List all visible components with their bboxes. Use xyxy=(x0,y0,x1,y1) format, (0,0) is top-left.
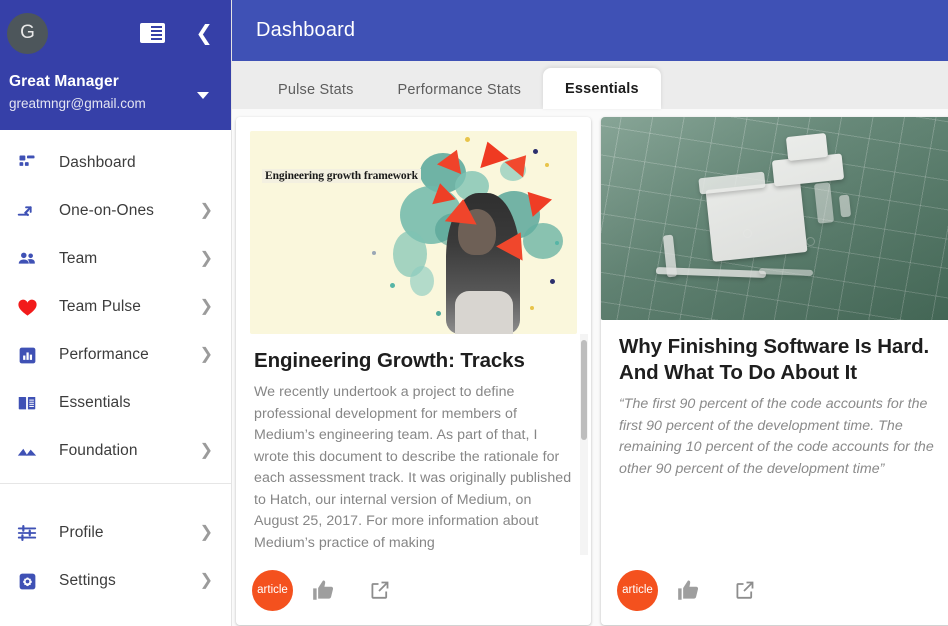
card-scrollbar[interactable] xyxy=(580,334,588,555)
people-icon xyxy=(10,248,44,270)
tab-label: Essentials xyxy=(565,80,639,97)
green-jigsaw-puzzle-missing-pieces xyxy=(601,117,948,320)
status-badge[interactable]: article xyxy=(617,569,658,611)
sidebar-item-label: Foundation xyxy=(59,442,138,459)
book-icon xyxy=(10,392,44,414)
account-switcher[interactable]: Great Manager greatmngr@gmail.com xyxy=(0,66,231,114)
avatar[interactable]: G xyxy=(7,12,48,54)
tab-bar: Pulse Stats Performance Stats Essentials xyxy=(232,61,948,109)
status-badge[interactable]: article xyxy=(252,569,293,611)
user-name: Great Manager xyxy=(9,73,119,90)
chevron-right-icon: ❯ xyxy=(199,298,213,315)
card-image-finishing-software xyxy=(601,117,948,320)
top-app-bar: Dashboard xyxy=(232,0,948,61)
card-actions: article xyxy=(236,555,591,625)
card-description: We recently undertook a project to defin… xyxy=(254,384,572,551)
tab-label: Performance Stats xyxy=(397,82,522,98)
user-email: greatmngr@gmail.com xyxy=(9,96,146,111)
chevron-right-icon: ❯ xyxy=(199,524,213,541)
sidebar-item-essentials[interactable]: Essentials xyxy=(0,379,231,427)
sidebar-item-label: One-on-Ones xyxy=(59,202,155,219)
sidebar-item-one-on-ones[interactable]: One-on-Ones ❯ xyxy=(0,187,231,235)
tab-pulse-stats[interactable]: Pulse Stats xyxy=(256,71,376,109)
sidebar-item-performance[interactable]: Performance ❯ xyxy=(0,331,231,379)
sidebar-item-label: Dashboard xyxy=(59,154,136,171)
tab-label: Pulse Stats xyxy=(278,82,354,98)
open-in-new-icon[interactable] xyxy=(728,573,762,607)
card-body: Engineering Growth: Tracks We recently u… xyxy=(236,334,591,555)
sidebar-item-settings[interactable]: Settings ❯ xyxy=(0,557,231,605)
chevron-right-icon: ❯ xyxy=(199,572,213,589)
essential-card[interactable]: Why Finishing Software Is Hard. And What… xyxy=(601,117,948,625)
sidebar-item-label: Performance xyxy=(59,346,149,363)
sidebar-item-label: Profile xyxy=(59,524,104,541)
sidebar-header: G ❮ Great Manager greatmngr@gmail.com xyxy=(0,0,231,130)
tab-essentials[interactable]: Essentials xyxy=(543,68,661,109)
avatar-initial: G xyxy=(20,22,35,43)
chevron-right-icon: ❯ xyxy=(199,250,213,267)
account-text: Great Manager greatmngr@gmail.com xyxy=(9,72,197,114)
badge-label: article xyxy=(622,584,653,596)
card-title: Why Finishing Software Is Hard. And What… xyxy=(619,335,930,384)
sidebar-item-dashboard[interactable]: Dashboard xyxy=(0,139,231,187)
open-in-new-icon[interactable] xyxy=(363,573,397,607)
mountains-icon xyxy=(10,440,44,462)
dashboard-icon xyxy=(10,153,44,173)
sidebar-top-row: G ❮ xyxy=(0,0,231,66)
card-image-caption: Engineering growth framework xyxy=(262,169,421,183)
sidebar-item-label: Settings xyxy=(59,572,116,589)
merge-type-icon xyxy=(10,200,44,222)
scrollbar-thumb[interactable] xyxy=(581,340,587,440)
chevron-right-icon: ❯ xyxy=(199,346,213,363)
chevron-right-icon: ❯ xyxy=(199,202,213,219)
page-title: Dashboard xyxy=(256,19,356,41)
reader-lines xyxy=(151,26,163,40)
tune-icon xyxy=(10,522,44,544)
heart-icon xyxy=(10,296,44,319)
sidebar-nav: Dashboard One-on-Ones ❯ Team ❯ Team Puls… xyxy=(0,130,231,475)
settings-icon xyxy=(10,571,44,592)
engineering-growth-framework-collage: Engineering growth framework xyxy=(250,131,577,334)
card-description: “The first 90 percent of the code accoun… xyxy=(619,396,934,477)
sidebar-item-label: Team xyxy=(59,250,98,267)
card-image-engineering-growth: Engineering growth framework xyxy=(250,131,577,334)
thumb-up-icon[interactable] xyxy=(672,573,706,607)
main-area: Dashboard Pulse Stats Performance Stats … xyxy=(232,0,948,626)
caret-down-icon[interactable] xyxy=(197,92,209,99)
sidebar-item-profile[interactable]: Profile ❯ xyxy=(0,509,231,557)
essentials-card-list: Engineering growth framework Engineering… xyxy=(232,109,948,626)
sidebar-item-team-pulse[interactable]: Team Pulse ❯ xyxy=(0,283,231,331)
essential-card[interactable]: Engineering growth framework Engineering… xyxy=(236,117,591,625)
sidebar-item-label: Essentials xyxy=(59,394,131,411)
app-root: G ❮ Great Manager greatmngr@gmail.com Da… xyxy=(0,0,948,626)
card-title: Engineering Growth: Tracks xyxy=(254,349,525,372)
sidebar-item-foundation[interactable]: Foundation ❯ xyxy=(0,427,231,475)
chevron-right-icon: ❯ xyxy=(199,442,213,459)
thumb-up-icon[interactable] xyxy=(307,573,341,607)
card-actions: article xyxy=(601,555,948,625)
sidebar-bottom-nav: Profile ❯ Settings ❯ xyxy=(0,484,231,605)
badge-label: article xyxy=(257,584,288,596)
chrome-reader-mode-icon[interactable] xyxy=(140,23,166,43)
bar-chart-icon xyxy=(10,345,44,366)
sidebar-item-label: Team Pulse xyxy=(59,298,141,315)
sidebar: G ❮ Great Manager greatmngr@gmail.com Da… xyxy=(0,0,232,626)
sidebar-item-team[interactable]: Team ❯ xyxy=(0,235,231,283)
chevron-left-icon[interactable]: ❮ xyxy=(195,23,213,44)
card-body: Why Finishing Software Is Hard. And What… xyxy=(601,320,948,555)
tab-performance-stats[interactable]: Performance Stats xyxy=(376,71,543,109)
